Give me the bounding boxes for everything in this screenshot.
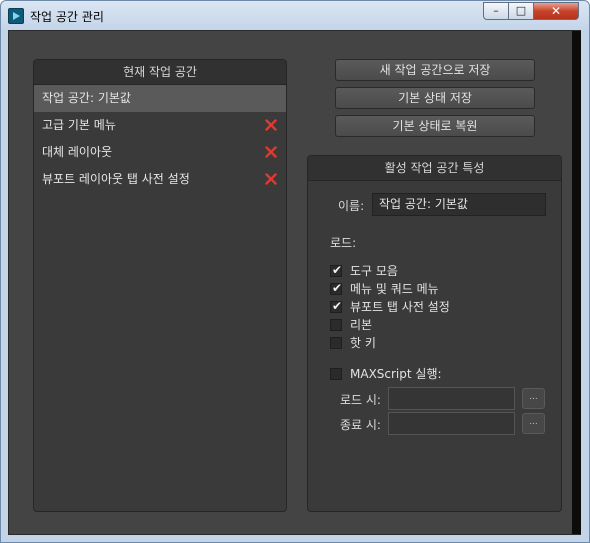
on-exit-script-field[interactable]	[388, 412, 515, 435]
load-option-label: 메뉴 및 쿼드 메뉴	[350, 282, 439, 296]
workspace-list-item[interactable]: 뷰포트 레이아웃 탭 사전 설정	[34, 166, 286, 193]
on-load-script-field[interactable]	[388, 387, 515, 410]
on-load-browse-button[interactable]: ...	[522, 388, 545, 409]
app-icon	[8, 8, 24, 24]
current-workspaces-panel: 현재 작업 공간 작업 공간: 기본값고급 기본 메뉴대체 레이아웃뷰포트 레이…	[33, 59, 287, 512]
delete-workspace-icon[interactable]	[265, 173, 277, 185]
workspace-list-item[interactable]: 대체 레이아웃	[34, 139, 286, 166]
title-bar[interactable]: 작업 공간 관리 – □ ✕	[1, 1, 589, 31]
checkmark-icon: ✔	[332, 263, 343, 277]
maximize-button[interactable]: □	[508, 2, 534, 20]
workspace-list: 작업 공간: 기본값고급 기본 메뉴대체 레이아웃뷰포트 레이아웃 탭 사전 설…	[34, 85, 286, 193]
workspace-item-label: 고급 기본 메뉴	[42, 118, 116, 132]
maxscript-label: MAXScript 실행:	[350, 367, 442, 381]
workspace-list-item[interactable]: 고급 기본 메뉴	[34, 112, 286, 139]
save-new-workspace-button[interactable]: 새 작업 공간으로 저장	[335, 59, 535, 81]
load-option-checkbox[interactable]	[330, 337, 342, 349]
checkmark-icon: ✔	[332, 299, 343, 313]
restore-default-state-button[interactable]: 기본 상태로 복원	[335, 115, 535, 137]
workspace-item-label: 대체 레이아웃	[42, 145, 113, 159]
minimize-button[interactable]: –	[483, 2, 509, 20]
name-label: 이름:	[338, 199, 365, 213]
save-default-state-button[interactable]: 기본 상태 저장	[335, 87, 535, 109]
on-exit-label: 종료 시:	[340, 418, 381, 432]
maxscript-checkbox[interactable]	[330, 368, 342, 380]
load-option-checkbox[interactable]: ✔	[330, 299, 343, 313]
load-option-label: 리본	[350, 318, 373, 332]
workspace-manager-window: 작업 공간 관리 – □ ✕ 현재 작업 공간 작업 공간: 기본값고급 기본 …	[0, 0, 590, 543]
current-workspaces-header: 현재 작업 공간	[34, 60, 286, 85]
on-exit-browse-button[interactable]: ...	[522, 413, 545, 434]
active-workspace-properties-panel: 활성 작업 공간 특성 이름: 작업 공간: 기본값 로드: ✔ 도구 모음 ✔ 메뉴…	[307, 155, 562, 512]
load-label: 로드:	[330, 236, 357, 250]
workspace-item-label: 뷰포트 레이아웃 탭 사전 설정	[42, 172, 190, 186]
checkmark-icon: ✔	[332, 281, 343, 295]
window-title: 작업 공간 관리	[30, 10, 104, 24]
load-option-label: 뷰포트 탭 사전 설정	[350, 300, 450, 314]
load-option-label: 핫 키	[350, 336, 376, 350]
workspace-name-field[interactable]: 작업 공간: 기본값	[372, 193, 546, 216]
load-option-label: 도구 모음	[350, 264, 398, 278]
delete-workspace-icon[interactable]	[265, 146, 277, 158]
workspace-item-label: 작업 공간: 기본값	[42, 91, 131, 105]
properties-header: 활성 작업 공간 특성	[308, 156, 561, 181]
load-option-checkbox[interactable]: ✔	[330, 281, 343, 295]
close-button[interactable]: ✕	[533, 2, 579, 20]
delete-workspace-icon[interactable]	[265, 119, 277, 131]
load-option-checkbox[interactable]: ✔	[330, 263, 343, 277]
window-edge-strip	[572, 31, 581, 534]
dialog-body: 현재 작업 공간 작업 공간: 기본값 고급 기본 메뉴 대체 레이아웃 뷰포트 레이…	[8, 30, 581, 535]
workspace-list-item[interactable]: 작업 공간: 기본값	[34, 85, 286, 112]
load-option-checkbox[interactable]	[330, 319, 342, 331]
on-load-label: 로드 시:	[340, 393, 381, 407]
